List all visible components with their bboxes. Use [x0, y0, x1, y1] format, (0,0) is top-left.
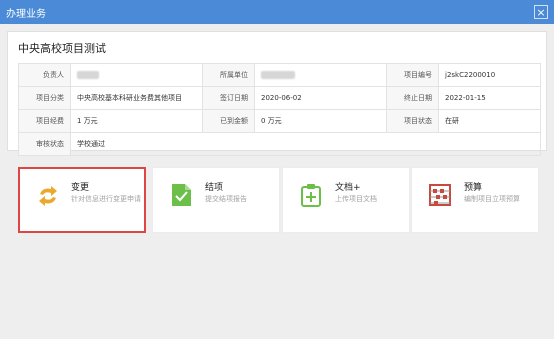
action-card-document[interactable]: 文档+ 上传项目文档 [282, 167, 410, 233]
field-value: 在研 [438, 109, 541, 133]
field-label: 审核状态 [18, 132, 71, 156]
field-value: 2020-06-02 [254, 86, 387, 110]
field-value-unit [254, 63, 387, 87]
info-row: 项目分类 中央高校基本科研业务费其他项目 签订日期 2020-06-02 终止日… [18, 86, 541, 110]
field-label: 负责人 [18, 63, 71, 87]
action-card-conclude[interactable]: 结项 提交结项报告 [152, 167, 280, 233]
clipboard-plus-icon [301, 184, 321, 207]
field-label: 项目经费 [18, 109, 71, 133]
project-title: 中央高校项目测试 [18, 42, 106, 55]
info-row: 项目经费 1 万元 已到金额 0 万元 项目状态 在研 [18, 109, 541, 133]
info-row: 负责人 所属单位 项目编号 j2skC2200010 [18, 63, 541, 87]
project-info-table: 负责人 所属单位 项目编号 j2skC2200010 项目分类 中央高校基本科研… [18, 63, 541, 156]
field-value: j2skC2200010 [438, 63, 541, 87]
redacted-text [77, 71, 99, 79]
info-row: 审核状态 学校通过 [18, 132, 541, 156]
field-value: 0 万元 [254, 109, 387, 133]
field-label: 终止日期 [386, 86, 439, 110]
close-icon[interactable]: × [534, 5, 548, 19]
action-name: 结项 [205, 183, 224, 193]
action-desc: 提交结项报告 [205, 195, 247, 203]
field-value: 1 万元 [70, 109, 203, 133]
action-card-change[interactable]: 变更 针对信息进行变更申请 [18, 167, 146, 233]
field-label: 项目编号 [386, 63, 439, 87]
field-label: 项目分类 [18, 86, 71, 110]
business-dialog: 办理业务 × 中央高校项目测试 负责人 所属单位 项目编号 j2skC22000… [0, 0, 554, 339]
field-label: 项目状态 [386, 109, 439, 133]
action-desc: 上传项目文档 [335, 195, 377, 203]
field-label: 签订日期 [202, 86, 255, 110]
field-value: 2022-01-15 [438, 86, 541, 110]
redacted-text [261, 71, 295, 79]
field-value: 中央高校基本科研业务费其他项目 [70, 86, 203, 110]
dialog-content: 中央高校项目测试 负责人 所属单位 项目编号 j2skC2200010 项目分类 [0, 24, 554, 339]
action-card-budget[interactable]: 预算 编制项目立项预算 [411, 167, 539, 233]
field-value-leader [70, 63, 203, 87]
document-check-icon [172, 184, 191, 206]
action-name: 变更 [71, 183, 90, 193]
abacus-icon [429, 184, 451, 206]
action-desc: 编制项目立项预算 [464, 195, 520, 203]
dialog-title: 办理业务 [6, 8, 46, 20]
dialog-titlebar: 办理业务 × [0, 0, 554, 24]
action-desc: 针对信息进行变更申请 [71, 195, 141, 203]
action-name: 文档+ [335, 183, 361, 193]
field-label: 所属单位 [202, 63, 255, 87]
refresh-arrows-icon [39, 186, 57, 206]
project-info-panel: 中央高校项目测试 负责人 所属单位 项目编号 j2skC2200010 项目分类 [7, 31, 547, 156]
field-value: 学校通过 [70, 132, 541, 156]
field-label: 已到金额 [202, 109, 255, 133]
action-name: 预算 [464, 183, 483, 193]
